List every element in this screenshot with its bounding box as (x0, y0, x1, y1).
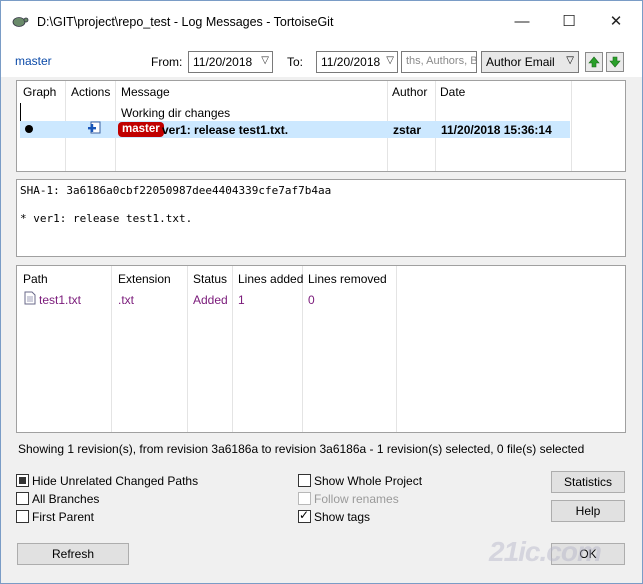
green-arrow-up-icon (588, 56, 600, 68)
working-dir-row[interactable]: Working dir changes (121, 106, 230, 120)
from-label: From: (151, 55, 183, 69)
commit-author: zstar (393, 123, 422, 137)
refresh-button[interactable]: Refresh (17, 543, 129, 565)
column-header-message[interactable]: Message (121, 85, 170, 99)
to-date-value: 11/20/2018 (321, 55, 381, 69)
filter-field-value: Author Email (486, 55, 555, 69)
column-header-lines-removed[interactable]: Lines removed (308, 272, 387, 286)
minimize-icon: — (514, 12, 530, 30)
column-divider (187, 266, 188, 432)
column-header-path[interactable]: Path (23, 272, 48, 286)
statistics-button[interactable]: Statistics (551, 471, 625, 493)
column-header-actions[interactable]: Actions (71, 85, 110, 99)
title-bar: D:\GIT\project\repo_test - Log Messages … (1, 1, 642, 45)
file-lines-added: 1 (238, 293, 245, 307)
commit-node-icon (25, 125, 33, 133)
commit-message: ver1: release test1.txt. (162, 123, 289, 137)
to-date-picker[interactable]: 11/20/2018 ▽ (316, 51, 398, 73)
show-whole-project-label: Show Whole Project (314, 474, 423, 488)
commit-date: 11/20/2018 15:36:14 (441, 123, 552, 137)
column-header-graph[interactable]: Graph (23, 85, 56, 99)
status-text: Showing 1 revision(s), from revision 3a6… (18, 442, 585, 456)
show-whole-project-checkbox[interactable] (298, 474, 311, 487)
maximize-icon: ☐ (562, 13, 576, 30)
commit-full-message: * ver1: release test1.txt. (20, 212, 193, 225)
column-header-status[interactable]: Status (193, 272, 227, 286)
close-window-button[interactable]: ✕ (601, 9, 631, 33)
maximize-button[interactable]: ☐ (554, 9, 584, 33)
follow-renames-checkbox[interactable] (298, 492, 311, 505)
column-divider (111, 266, 112, 432)
to-label: To: (287, 55, 304, 69)
hide-unrelated-label: Hide Unrelated Changed Paths (32, 474, 199, 488)
all-branches-checkbox[interactable] (16, 492, 29, 505)
tortoisegit-app-icon (12, 17, 29, 27)
branch-ref-badge: master (118, 122, 164, 137)
watermark: 21ic.com (489, 536, 602, 567)
column-divider (232, 266, 233, 432)
move-down-button[interactable] (606, 52, 624, 72)
minimize-button[interactable]: — (507, 9, 537, 33)
filter-field-select[interactable]: Author Email ▽ (481, 51, 579, 73)
first-parent-label: First Parent (32, 510, 95, 524)
column-divider (302, 266, 303, 432)
text-file-icon (24, 291, 36, 305)
chevron-down-icon: ▽ (386, 55, 394, 66)
column-header-date[interactable]: Date (440, 85, 465, 99)
chevron-down-icon: ▽ (261, 55, 269, 66)
file-added-icon (88, 121, 101, 134)
log-messages-window: D:\GIT\project\repo_test - Log Messages … (0, 0, 643, 584)
chevron-down-icon: ▽ (566, 55, 574, 66)
move-up-button[interactable] (585, 52, 603, 72)
file-extension: .txt (118, 293, 135, 307)
column-header-lines-added[interactable]: Lines added (238, 272, 303, 286)
green-arrow-down-icon (609, 56, 621, 68)
all-branches-label: All Branches (32, 492, 100, 506)
show-tags-checkbox[interactable] (298, 508, 311, 523)
file-path[interactable]: test1.txt (39, 293, 81, 307)
changed-files-list[interactable] (16, 265, 626, 433)
close-icon: ✕ (609, 13, 623, 30)
show-tags-label: Show tags (314, 510, 371, 524)
window-title: D:\GIT\project\repo_test - Log Messages … (37, 15, 334, 29)
column-divider (396, 266, 397, 432)
first-parent-checkbox[interactable] (16, 510, 29, 523)
from-date-value: 11/20/2018 (193, 55, 253, 69)
column-divider (571, 81, 572, 171)
help-button[interactable]: Help (551, 500, 625, 522)
from-date-picker[interactable]: 11/20/2018 ▽ (188, 51, 273, 73)
hide-unrelated-checkbox[interactable] (16, 474, 29, 487)
file-lines-removed: 0 (308, 293, 315, 307)
branch-link[interactable]: master (15, 54, 52, 68)
column-header-extension[interactable]: Extension (118, 272, 171, 286)
file-status: Added (193, 293, 228, 307)
column-header-author[interactable]: Author (392, 85, 427, 99)
search-input[interactable]: ths, Authors, B (401, 51, 477, 73)
search-placeholder: ths, Authors, B (406, 55, 477, 67)
commit-sha: SHA-1: 3a6186a0cbf22050987dee4404339cfe7… (20, 184, 332, 197)
follow-renames-label: Follow renames (314, 492, 399, 506)
